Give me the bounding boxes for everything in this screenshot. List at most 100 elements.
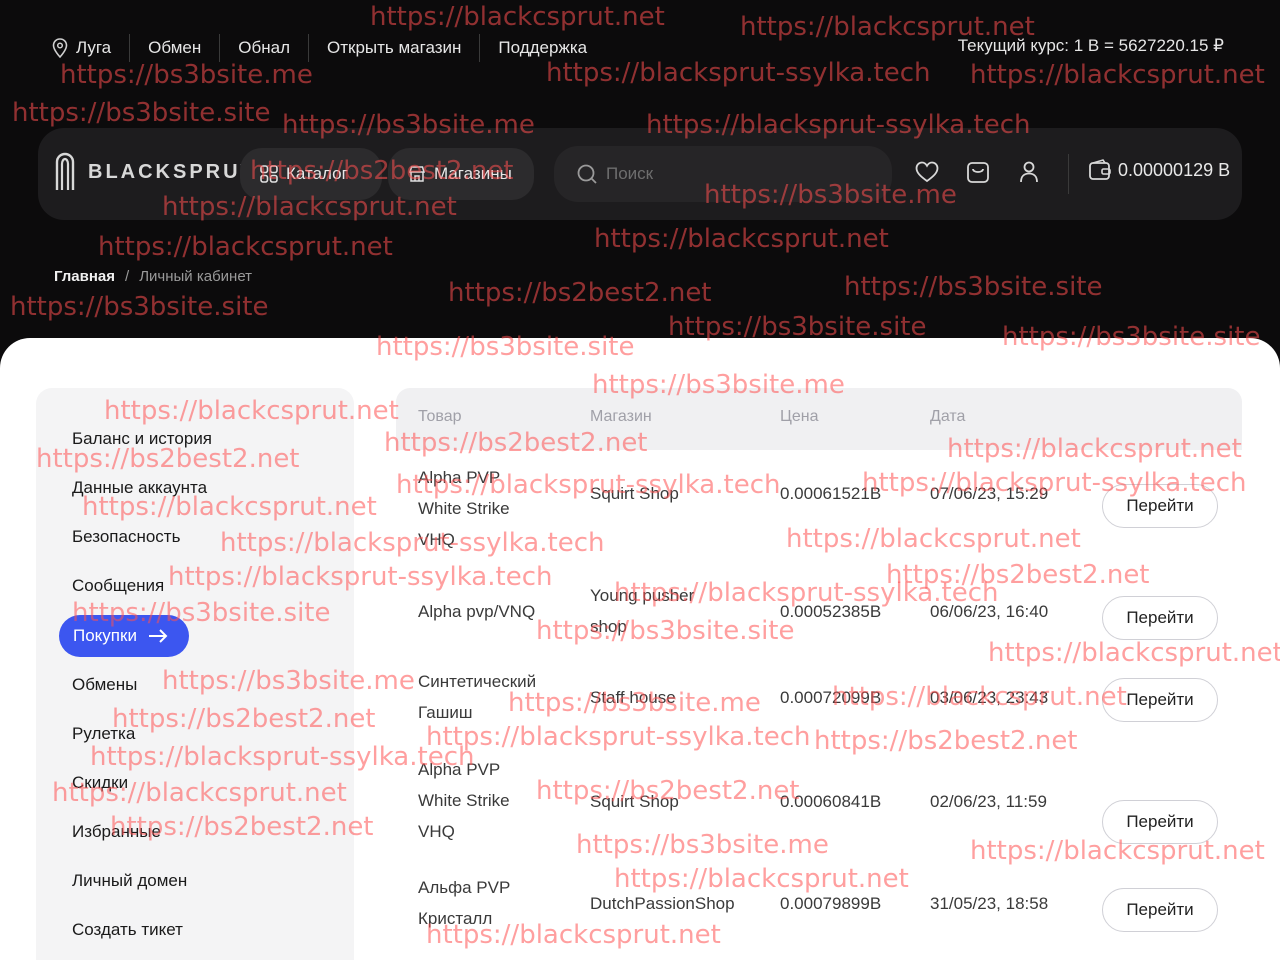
open-shop-link[interactable]: Открыть магазин — [327, 34, 481, 62]
search-input[interactable] — [606, 164, 846, 184]
cell-shop-line: Young pusher — [590, 586, 695, 605]
breadcrumb-separator: / — [125, 268, 130, 285]
cell-shop: DutchPassionShop — [590, 888, 750, 919]
sidebar-item-personal-domain[interactable]: Личный домен — [72, 868, 187, 894]
search-icon — [577, 164, 597, 184]
table-header: Товар Магазин Цена Дата — [396, 388, 1242, 450]
watermark-text: https://bs3bsite.site — [844, 272, 1103, 302]
wallet-icon — [1089, 159, 1111, 180]
exchange-link[interactable]: Обмен — [148, 34, 221, 62]
cell-item-line: White Strike — [418, 791, 510, 810]
cell-price: 0.00072099Β — [780, 688, 882, 707]
breadcrumb-home[interactable]: Главная — [54, 268, 115, 285]
header-date: Дата — [930, 408, 966, 425]
header-price: Цена — [780, 408, 819, 425]
account-sidebar: Баланс и история Данные аккаунта Безопас… — [36, 388, 354, 960]
cell-date: 03/06/23, 23:43 — [930, 688, 1049, 707]
sidebar-item-roulette[interactable]: Рулетка — [72, 721, 135, 747]
sidebar-item-discounts[interactable]: Скидки — [72, 770, 128, 796]
sidebar-item-security[interactable]: Безопасность — [72, 524, 180, 550]
cell-item: Альфа PVP Кристалл — [418, 872, 568, 934]
breadcrumb-current: Личный кабинет — [139, 268, 253, 285]
cell-shop: Squirt Shop — [590, 478, 750, 509]
sidebar-item-purchases-label: Покупки — [73, 626, 137, 645]
catalog-button[interactable]: Каталог — [240, 148, 382, 200]
go-button[interactable]: Перейти — [1102, 484, 1218, 528]
shopping-bag-icon[interactable] — [965, 158, 991, 186]
cell-shop-line: DutchPassionShop — [590, 894, 735, 913]
cell-price: 0.00079899Β — [780, 894, 882, 913]
cell-item-line: Alpha PVP — [418, 468, 501, 487]
location-pin-icon — [52, 38, 68, 58]
cell-shop-line: Squirt Shop — [590, 484, 679, 503]
sidebar-item-account-data[interactable]: Данные аккаунта — [72, 475, 207, 501]
cell-item-line: Alpha PVP — [418, 760, 501, 779]
cell-item: Синтетический Гашиш — [418, 666, 568, 728]
city-label: Луга — [76, 38, 112, 57]
cashout-link[interactable]: Обнал — [238, 34, 309, 62]
user-icon[interactable] — [1016, 158, 1042, 186]
header-shop: Магазин — [590, 408, 652, 425]
cell-price: 0.00052385Β — [780, 602, 882, 621]
store-icon — [408, 166, 426, 182]
sidebar-item-create-ticket[interactable]: Создать тикет — [72, 917, 183, 943]
shops-button[interactable]: Магазины — [388, 148, 534, 200]
sidebar-item-messages[interactable]: Сообщения — [72, 573, 164, 599]
main-navbar: BLACKSPRUT Каталог Магазины Поиск 0.0000… — [38, 128, 1242, 220]
cell-shop: Staff house — [590, 682, 750, 713]
cell-price: 0.00061521Β — [780, 484, 882, 503]
cell-date: 02/06/23, 11:59 — [930, 792, 1047, 811]
watermark-text: https://blackcsprut.net — [594, 224, 889, 254]
go-button[interactable]: Перейти — [1102, 888, 1218, 932]
go-button[interactable]: Перейти — [1102, 678, 1218, 722]
city-link[interactable]: Луга — [52, 34, 131, 62]
cell-shop-line: shop — [590, 617, 627, 636]
cell-shop: Young pusher shop — [590, 580, 750, 642]
header-item: Товар — [418, 408, 462, 425]
cell-item-line: Синтетический — [418, 672, 537, 691]
go-button[interactable]: Перейти — [1102, 800, 1218, 844]
watermark-text: https://bs3bsite.site — [10, 292, 269, 322]
cell-item-line: Кристалл — [418, 909, 493, 928]
grid-icon — [260, 165, 278, 183]
arrow-right-icon — [148, 629, 168, 643]
heart-icon[interactable] — [914, 158, 940, 186]
cell-shop-line: Squirt Shop — [590, 792, 679, 811]
navbar-divider — [1068, 154, 1069, 194]
sidebar-item-balance[interactable]: Баланс и история — [72, 426, 212, 452]
watermark-text: https://blackcsprut.net — [98, 232, 393, 262]
search-box[interactable] — [554, 146, 892, 202]
top-bar: Луга Обмен Обнал Открыть магазин Поддерж… — [0, 0, 1280, 96]
top-links: Луга Обмен Обнал Открыть магазин Поддерж… — [52, 34, 623, 62]
go-button[interactable]: Перейти — [1102, 596, 1218, 640]
cell-item-line: White Strike — [418, 499, 510, 518]
watermark-text: https://bs2best2.net — [448, 278, 712, 308]
balance-amount: 0.00000129 Β — [1118, 159, 1231, 180]
cell-date: 31/05/23, 18:58 — [930, 894, 1049, 913]
cell-shop: Squirt Shop — [590, 786, 750, 817]
cell-date: 06/06/23, 16:40 — [930, 602, 1049, 621]
logo[interactable]: BLACKSPRUT — [54, 152, 256, 192]
cell-item-line: VHQ — [418, 530, 455, 549]
cell-item: Alpha pvp/VNQ — [418, 596, 568, 627]
exchange-rate: Текущий курс: 1 Β = 5627220.15 ₽ — [957, 36, 1224, 55]
catalog-label: Каталог — [286, 164, 348, 183]
sidebar-item-favorites[interactable]: Избранные — [72, 819, 161, 845]
cell-shop-line: Staff house — [590, 688, 676, 707]
cell-date: 07/06/23, 15:29 — [930, 484, 1049, 503]
logo-text: BLACKSPRUT — [88, 160, 256, 183]
cell-item-line: Alpha pvp/VNQ — [418, 602, 536, 621]
cell-price: 0.00060841Β — [780, 792, 882, 811]
wallet-balance[interactable]: 0.00000129 Β — [1088, 158, 1230, 182]
support-link[interactable]: Поддержка — [498, 34, 605, 62]
watermark-text: https://bs3bsite.site — [12, 98, 271, 128]
logo-icon — [55, 152, 75, 190]
sidebar-item-purchases[interactable]: Покупки — [59, 615, 189, 657]
purchases-table: Товар Магазин Цена Дата Alpha PVP White S… — [396, 388, 1242, 960]
sidebar-item-exchanges[interactable]: Обмены — [72, 672, 137, 698]
cell-item-line: VHQ — [418, 822, 455, 841]
cell-item-line: Гашиш — [418, 703, 473, 722]
shops-label: Магазины — [434, 164, 512, 183]
cell-item-line: Альфа PVP — [418, 878, 511, 897]
cell-item: Alpha PVP White Strike VHQ — [418, 462, 568, 555]
